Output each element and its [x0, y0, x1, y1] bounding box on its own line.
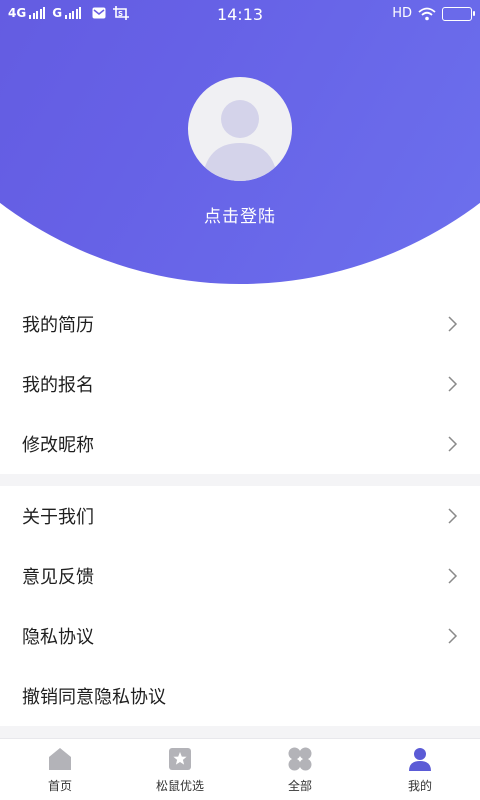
star-bookmark-icon — [169, 748, 191, 770]
menu-item-label: 撤销同意隐私协议 — [22, 687, 166, 708]
battery-icon — [442, 6, 475, 21]
menu-item-label: 意见反馈 — [22, 567, 94, 588]
tab-mine[interactable]: 我的 — [360, 739, 480, 800]
home-icon — [49, 748, 71, 770]
tab-home[interactable]: 首页 — [0, 739, 120, 800]
menu-item-label: 关于我们 — [22, 507, 94, 528]
section-divider — [0, 726, 480, 738]
chevron-right-icon — [448, 568, 458, 584]
menu-item-resume[interactable]: 我的简历 — [0, 294, 480, 354]
menu-item-about-us[interactable]: 关于我们 — [0, 486, 480, 546]
menu-group-account: 我的简历 我的报名 修改昵称 — [0, 294, 480, 474]
chevron-right-icon — [448, 316, 458, 332]
chevron-right-icon — [448, 628, 458, 644]
tab-label: 我的 — [407, 779, 432, 793]
menu-item-privacy-policy[interactable]: 隐私协议 — [0, 606, 480, 666]
chevron-right-icon — [448, 508, 458, 524]
menu-item-feedback[interactable]: 意见反馈 — [0, 546, 480, 606]
menu-item-edit-nickname[interactable]: 修改昵称 — [0, 414, 480, 474]
tab-label: 首页 — [47, 779, 72, 793]
avatar[interactable] — [188, 77, 292, 181]
chevron-right-icon — [448, 376, 458, 392]
menu-item-label: 我的简历 — [22, 315, 94, 336]
menu-item-applications[interactable]: 我的报名 — [0, 354, 480, 414]
chevron-right-icon — [448, 436, 458, 452]
profile-screen: 4G G S 14:13 HD 点击登陆 我的简历 我的报名 修改昵称 关于我们… — [0, 0, 480, 800]
avatar-placeholder-icon — [202, 100, 278, 181]
bottom-tab-bar: 首页 松鼠优选 全部 我的 — [0, 738, 480, 800]
menu-item-label: 隐私协议 — [22, 627, 94, 648]
section-divider — [0, 474, 480, 486]
login-prompt[interactable]: 点击登陆 — [0, 202, 480, 227]
status-right: HD — [392, 6, 475, 21]
user-icon — [409, 748, 431, 771]
tab-label: 松鼠优选 — [155, 779, 204, 793]
tab-selected[interactable]: 松鼠优选 — [120, 739, 240, 800]
menu-group-about: 关于我们 意见反馈 隐私协议 撤销同意隐私协议 — [0, 486, 480, 726]
status-bar: 4G G S 14:13 HD — [0, 0, 480, 30]
tab-label: 全部 — [287, 779, 312, 793]
tab-all[interactable]: 全部 — [240, 739, 360, 800]
wifi-icon — [418, 7, 436, 20]
menu-item-label: 我的报名 — [22, 375, 94, 396]
grid-icon — [288, 747, 312, 771]
menu-item-label: 修改昵称 — [22, 435, 94, 456]
hd-indicator: HD — [392, 6, 412, 21]
menu-item-revoke-privacy-consent[interactable]: 撤销同意隐私协议 — [0, 666, 480, 726]
profile-header: 4G G S 14:13 HD 点击登陆 — [0, 0, 480, 284]
